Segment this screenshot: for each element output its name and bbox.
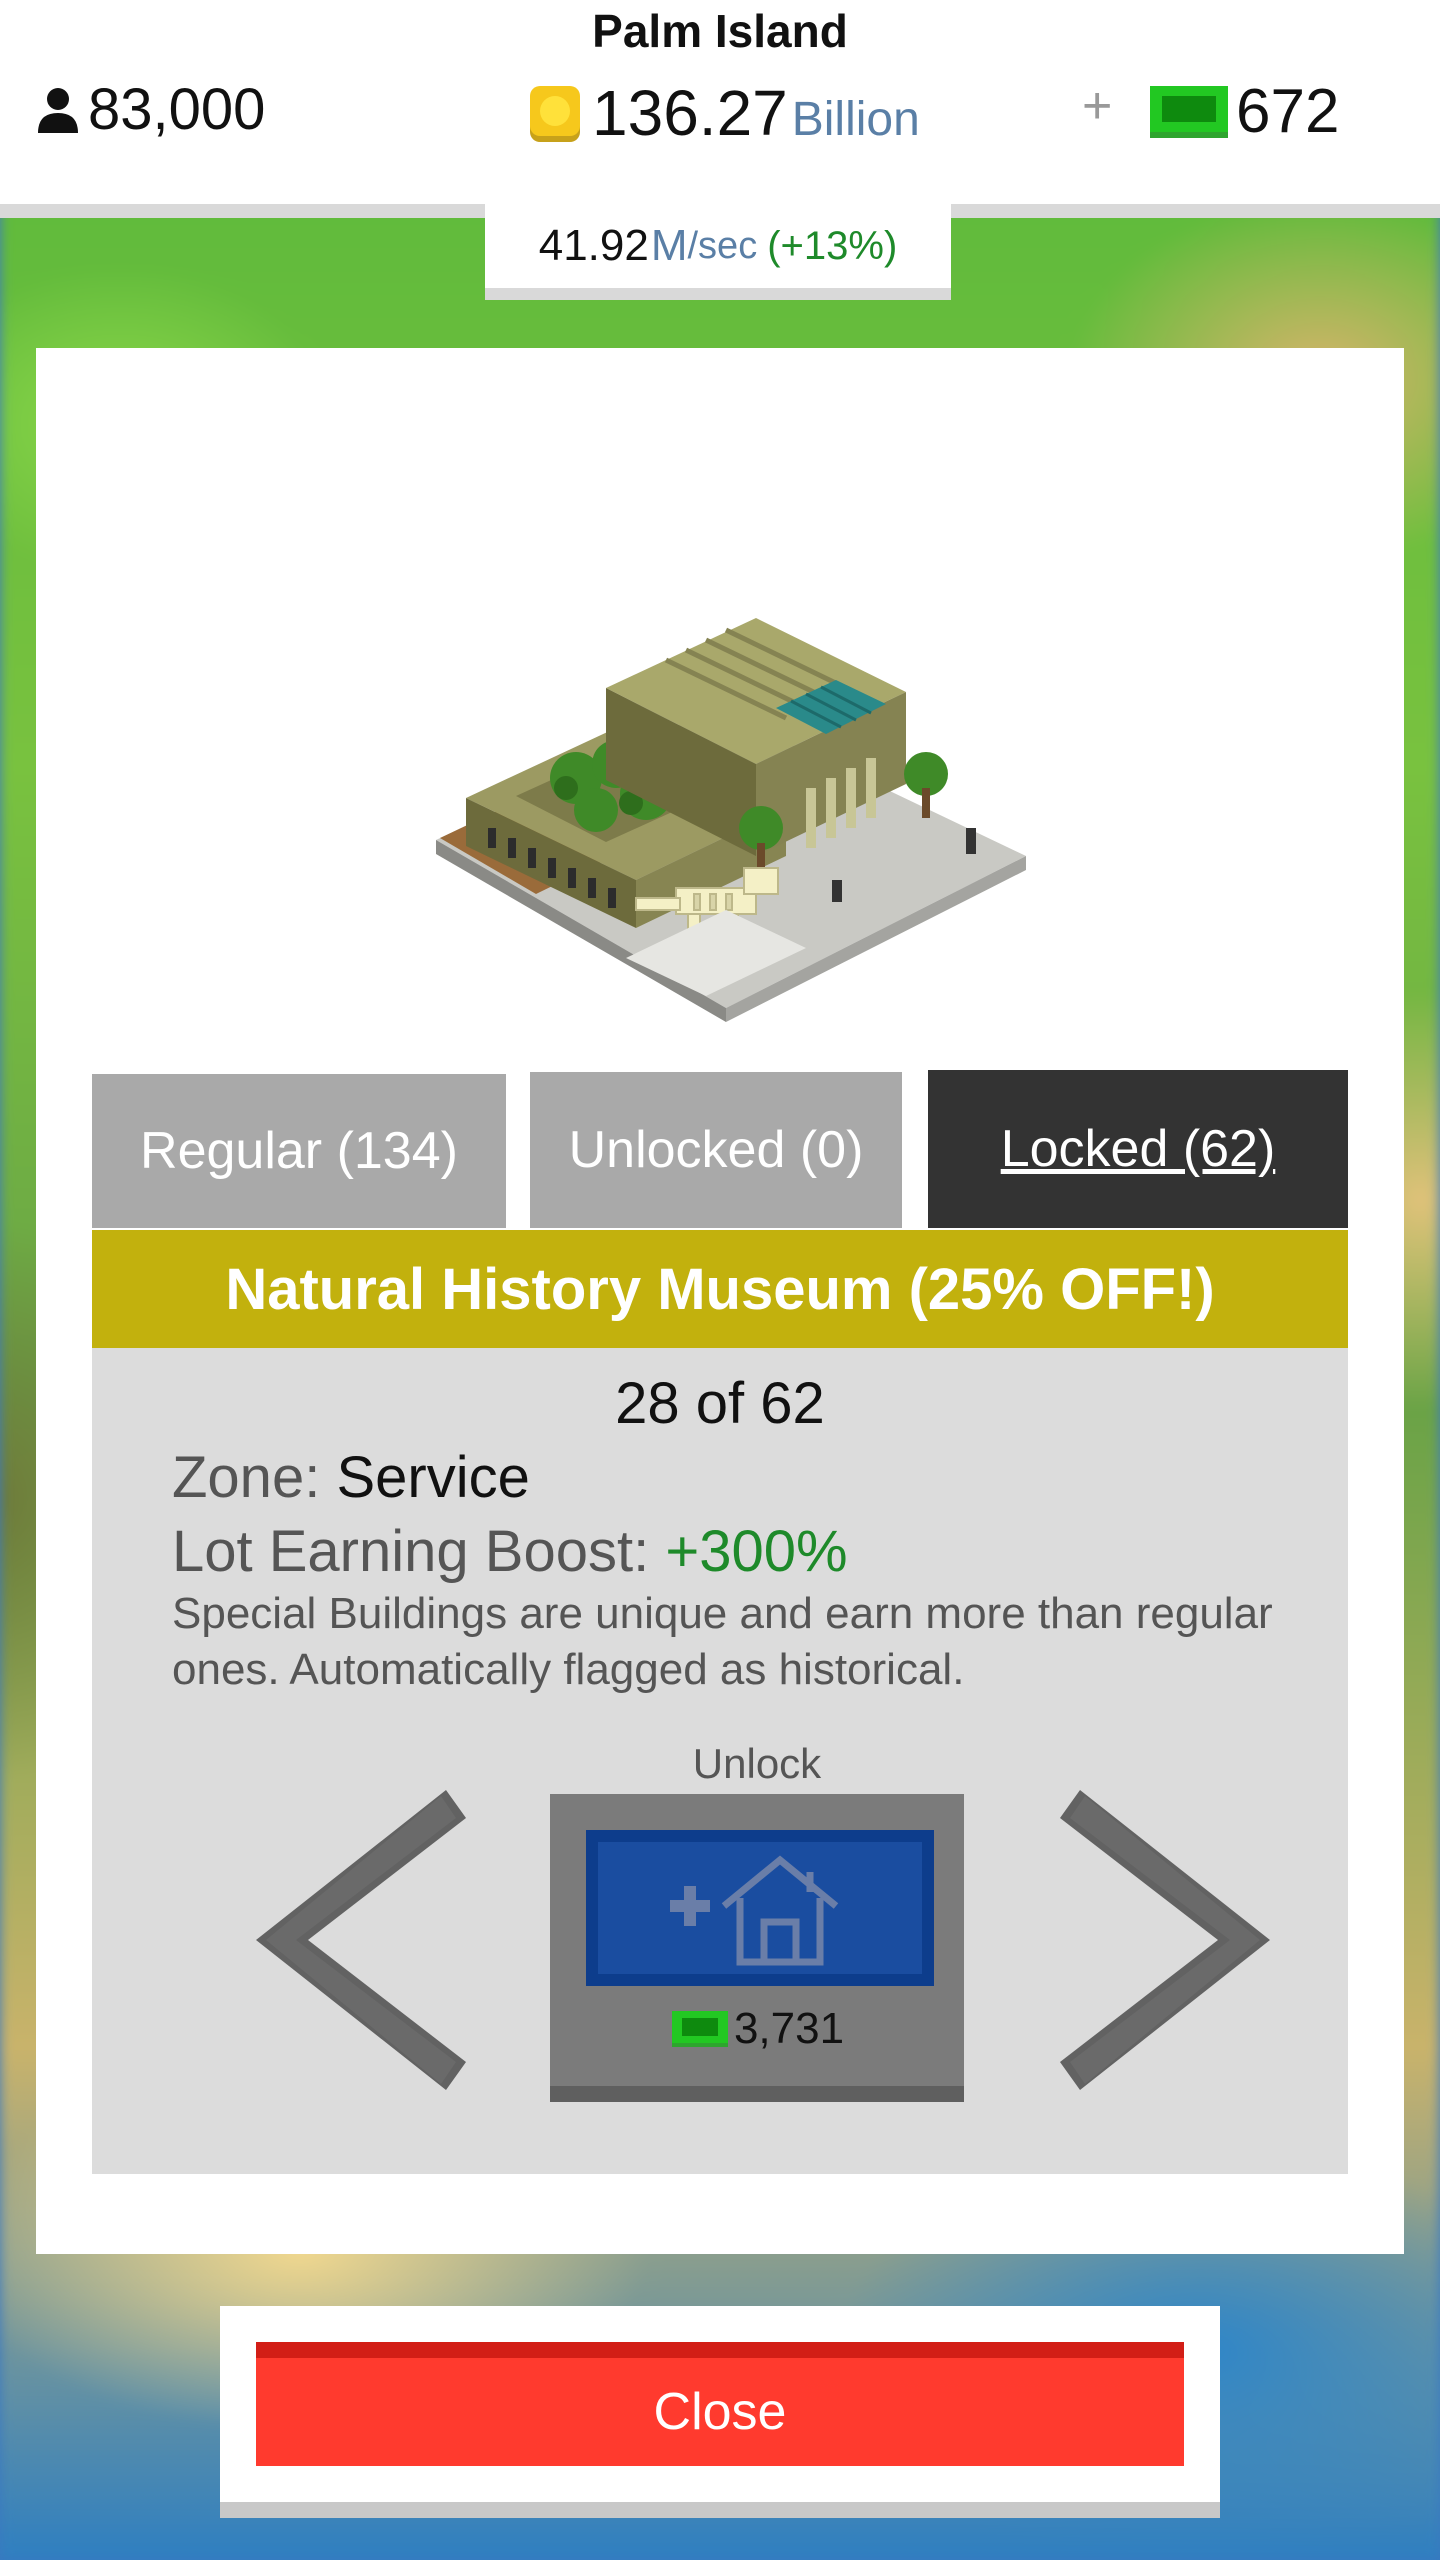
zone-label: Zone: — [172, 1445, 321, 1510]
close-container: Close — [220, 2306, 1220, 2518]
boost-label: Lot Earning Boost: — [172, 1519, 650, 1584]
next-arrow-icon[interactable] — [1060, 1790, 1270, 2090]
cash-counter[interactable]: 672 — [1148, 76, 1339, 147]
coins-counter: 136.27 Billion — [528, 76, 920, 150]
zone-row: Zone: Service — [172, 1444, 530, 1511]
tab-regular[interactable]: Regular (134) — [92, 1074, 506, 1228]
building-counter: 28 of 62 — [615, 1371, 825, 1436]
income-rate-unit: M — [650, 221, 688, 270]
unlock-button[interactable]: 3,731 — [550, 1794, 964, 2102]
income-rate-value: 41.92 — [538, 221, 649, 270]
cash-value: 672 — [1236, 77, 1340, 146]
person-icon — [38, 87, 78, 133]
building-tabs: Regular (134) Unlocked (0) Locked (62) — [92, 1070, 1348, 1230]
boost-row: Lot Earning Boost: +300% — [172, 1518, 848, 1585]
income-rate-per: /sec — [687, 224, 758, 267]
income-rate: 41.92 M /sec (+13%) — [485, 204, 951, 300]
buy-cash-plus-icon[interactable]: + — [1082, 76, 1112, 136]
unlock-button-face — [586, 1830, 934, 1986]
building-title: Natural History Museum (25% OFF!) — [92, 1230, 1348, 1348]
zone-value: Service — [336, 1445, 530, 1510]
cash-icon — [1150, 85, 1228, 138]
add-house-icon — [670, 1855, 839, 1966]
special-buildings-panel: Regular (134) Unlocked (0) Locked (62) N… — [36, 348, 1404, 2254]
unlock-price-value: 3,731 — [733, 2004, 845, 2053]
population-value: 83,000 — [88, 77, 266, 142]
tab-unlocked[interactable]: Unlocked (0) — [530, 1072, 902, 1228]
island-name: Palm Island — [592, 5, 848, 57]
coin-icon — [530, 86, 580, 142]
population-counter: 83,000 — [36, 76, 265, 143]
museum-building-image — [436, 618, 1026, 1022]
status-bar: Palm Island 83,000 136.27 Billion + 672 — [0, 0, 1440, 218]
unlock-label: Unlock — [692, 1740, 822, 1787]
coins-value: 136.27 — [592, 77, 788, 149]
building-description: Special Buildings are unique and earn mo… — [172, 1589, 1273, 1694]
cash-icon — [671, 2011, 728, 2047]
tab-locked[interactable]: Locked (62) — [928, 1070, 1348, 1228]
building-info: 28 of 62 Zone: Service Lot Earning Boost… — [92, 1348, 1348, 2174]
coins-unit: Billion — [791, 93, 920, 146]
boost-value: +300% — [665, 1519, 848, 1584]
close-button[interactable]: Close — [256, 2342, 1184, 2466]
income-rate-boost: (+13%) — [767, 223, 898, 268]
unlock-price: 3,731 — [550, 2004, 964, 2054]
unlock-button-inner — [598, 1842, 922, 1974]
previous-arrow-icon[interactable] — [256, 1790, 466, 2090]
